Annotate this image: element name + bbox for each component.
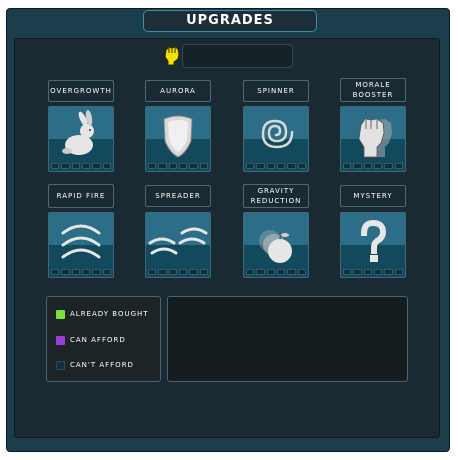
label-mystery: MYSTERY (340, 185, 406, 207)
label-spinner: SPINNER (243, 80, 309, 102)
window-title: UPGRADES (143, 10, 317, 32)
upgrade-morale-booster[interactable] (340, 106, 406, 172)
upgrade-level-pips (343, 269, 403, 275)
label-morale-booster: MORALE BOOSTER (340, 78, 406, 102)
upgrade-level-pips (51, 269, 111, 275)
label-rapid-fire: RAPID FIRE (48, 184, 114, 208)
upgrade-spreader[interactable] (145, 212, 211, 278)
legend-label: ALREADY BOUGHT (70, 310, 149, 318)
shield-icon (163, 115, 193, 158)
legend-item-cant-afford: CAN'T AFFORD (56, 359, 134, 371)
arcs-icon (61, 224, 101, 259)
fist-icon (358, 118, 392, 158)
apple-icon (259, 230, 292, 263)
legend-item-can-afford: CAN AFFORD (56, 334, 126, 346)
question-mark-icon (360, 219, 387, 262)
description-panel (167, 296, 408, 382)
legend-label: CAN AFFORD (70, 336, 126, 344)
label-spreader: SPREADER (145, 185, 211, 207)
dark-swatch (56, 360, 65, 370)
upgrade-rapid-fire[interactable] (48, 212, 114, 278)
legend-item-already-bought: ALREADY BOUGHT (56, 308, 149, 320)
fist-icon (164, 46, 180, 66)
upgrade-overgrowth[interactable] (48, 106, 114, 172)
spread-arcs-icon (148, 227, 208, 255)
upgrade-spinner[interactable] (243, 106, 309, 172)
legend-panel: ALREADY BOUGHT CAN AFFORD CAN'T AFFORD (46, 296, 161, 382)
purple-swatch (56, 335, 65, 345)
upgrade-level-pips (148, 269, 208, 275)
upgrade-level-pips (148, 163, 208, 169)
upgrade-level-pips (246, 269, 306, 275)
label-gravity-reduction: GRAVITY REDUCTION (243, 184, 309, 208)
spiral-icon (261, 119, 294, 149)
label-overgrowth: OVERGROWTH (48, 80, 114, 102)
upgrade-mystery[interactable] (340, 212, 406, 278)
upgrade-level-pips (246, 163, 306, 169)
upgrade-aurora[interactable] (145, 106, 211, 172)
rabbit-icon (62, 110, 94, 155)
green-swatch (56, 309, 65, 319)
upgrade-level-pips (51, 163, 111, 169)
label-aurora: AURORA (145, 80, 211, 102)
upgrade-level-pips (343, 163, 403, 169)
currency-display (182, 44, 293, 68)
legend-label: CAN'T AFFORD (70, 361, 134, 369)
upgrade-gravity-reduction[interactable] (243, 212, 309, 278)
